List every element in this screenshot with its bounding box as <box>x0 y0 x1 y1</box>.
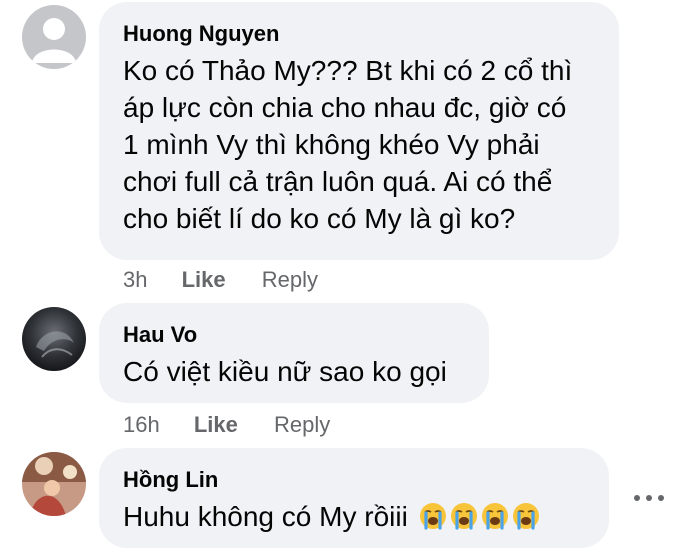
comment-text: Ko có Thảo My??? Bt khi có 2 cổ thì áp l… <box>123 52 595 237</box>
profile-photo <box>22 452 86 516</box>
comment-text-line: cho biết lí do ko có My là gì ko? <box>123 203 516 234</box>
comment-author[interactable]: Hồng Lin <box>123 466 585 494</box>
comment-text-line: 1 mình Vy thì không khéo Vy phải <box>123 129 540 160</box>
more-horizontal-icon[interactable] <box>632 488 666 508</box>
reply-button[interactable]: Reply <box>274 411 330 439</box>
comment-text-line: Huhu không có My rồiii <box>123 498 585 535</box>
comment-timestamp[interactable]: 16h <box>123 411 160 439</box>
reply-button[interactable]: Reply <box>262 266 318 294</box>
avatar[interactable] <box>22 5 86 69</box>
avatar[interactable] <box>22 307 86 371</box>
comment-text-line: áp lực còn chia cho nhau đc, giờ có <box>123 92 567 123</box>
profile-photo <box>22 307 86 371</box>
avatar[interactable] <box>22 452 86 516</box>
comment-bubble: Hau Vo Có việt kiều nữ sao ko gọi <box>99 303 489 403</box>
loudly-crying-face-emoji <box>419 503 446 530</box>
comment-actions: 16h Like Reply <box>123 411 330 439</box>
comment-text-line: Có việt kiều nữ sao ko gọi <box>123 356 447 387</box>
comment-text: Huhu không có My rồiii <box>123 498 585 535</box>
like-button[interactable]: Like <box>194 411 238 439</box>
comment-actions: 3h Like Reply <box>123 266 318 294</box>
comment-text: Có việt kiều nữ sao ko gọi <box>123 353 465 390</box>
comment-text-line: Ko có Thảo My??? Bt khi có 2 cổ thì <box>123 55 573 86</box>
comment-timestamp[interactable]: 3h <box>123 266 147 294</box>
comment-author[interactable]: Hau Vo <box>123 321 465 349</box>
comment-text-content: Huhu không có My rồiii <box>123 501 408 532</box>
loudly-crying-face-emoji <box>512 503 539 530</box>
comment-text-line: chơi full cả trận luôn quá. Ai có thể <box>123 166 553 197</box>
loudly-crying-face-emoji <box>481 503 508 530</box>
comment-author[interactable]: Huong Nguyen <box>123 20 595 48</box>
loudly-crying-face-emoji <box>450 503 477 530</box>
default-profile-icon <box>22 5 86 69</box>
like-button[interactable]: Like <box>182 266 226 294</box>
comment-bubble: Hồng Lin Huhu không có My rồiii <box>99 448 609 548</box>
comment-bubble: Huong Nguyen Ko có Thảo My??? Bt khi có … <box>99 2 619 260</box>
